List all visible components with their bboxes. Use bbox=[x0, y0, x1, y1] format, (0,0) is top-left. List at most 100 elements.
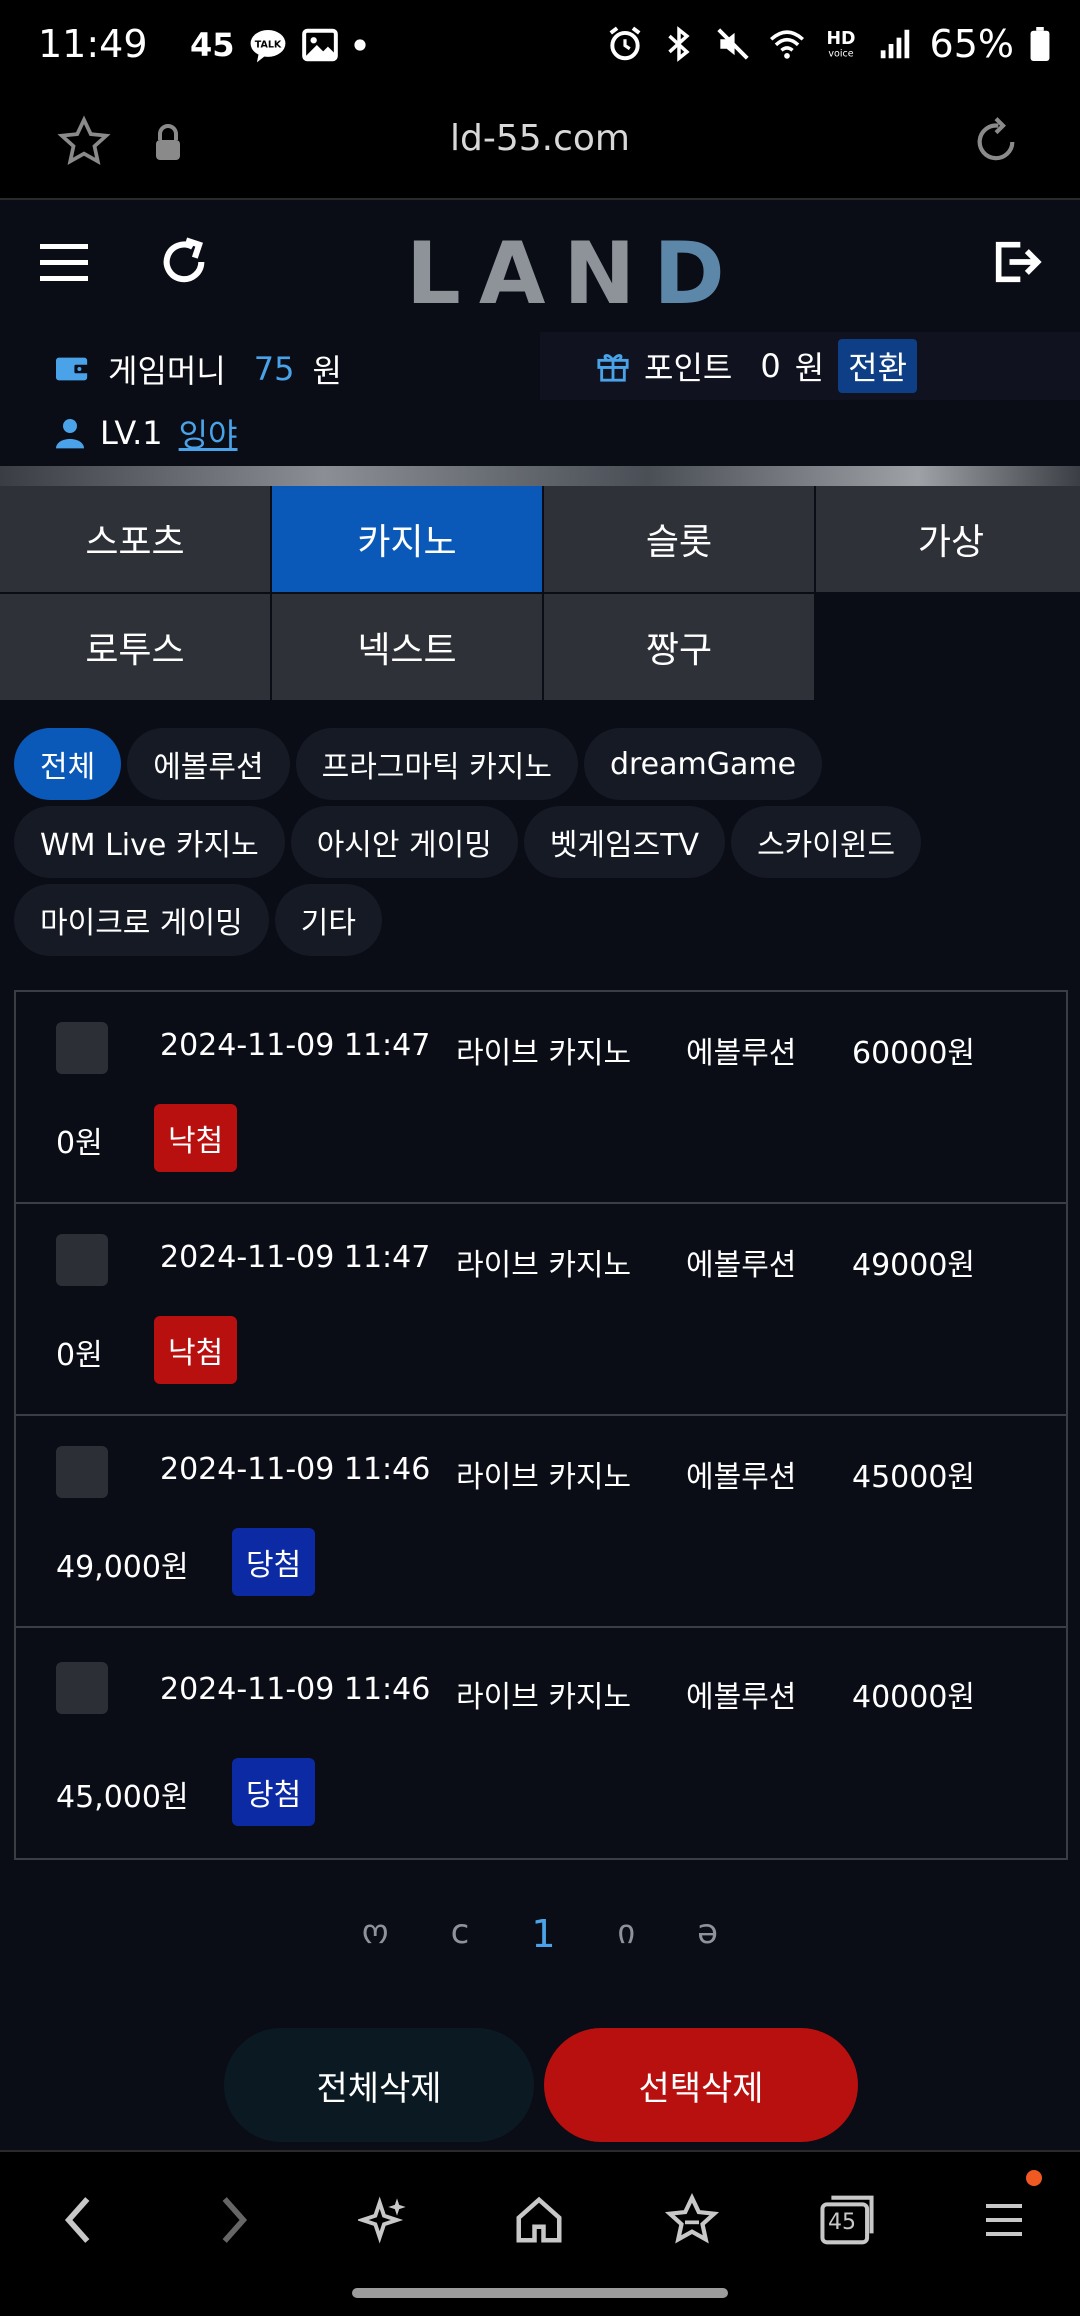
gift-icon bbox=[597, 354, 629, 382]
browser-url-bar: ld-55.com bbox=[0, 96, 1080, 200]
payout-amount: 0원 bbox=[56, 1126, 103, 1161]
user-icon bbox=[56, 419, 84, 449]
bet-date: 2024-11-09 11:47 bbox=[160, 1028, 431, 1063]
logout-icon[interactable] bbox=[990, 236, 1042, 288]
signal-icon bbox=[880, 29, 909, 59]
row-checkbox[interactable] bbox=[56, 1022, 108, 1074]
home-indicator[interactable] bbox=[352, 2288, 728, 2298]
row-checkbox[interactable] bbox=[56, 1234, 108, 1286]
result-badge: 당첨 bbox=[232, 1758, 316, 1826]
filter-betgames-tv[interactable]: 벳게임즈TV bbox=[523, 806, 726, 878]
site-logo[interactable]: LAND bbox=[406, 224, 743, 324]
points-value: 0 bbox=[760, 347, 781, 385]
site-header: LAND bbox=[0, 200, 1080, 330]
convert-button[interactable]: 전환 bbox=[838, 339, 918, 393]
home-icon[interactable] bbox=[512, 2192, 566, 2248]
page-prev-button[interactable]: c bbox=[451, 1912, 470, 1956]
game-money: 게임머니 75 원 bbox=[56, 346, 342, 392]
bet-history-row: 2024-11-09 11:47 라이브 카지노 에볼루션 60000원 0원 … bbox=[16, 992, 1066, 1204]
bet-amount: 60000원 bbox=[852, 1036, 976, 1071]
user-level: LV.1 bbox=[100, 414, 163, 452]
tab-jjanggu[interactable]: 짱구 bbox=[544, 594, 814, 700]
bet-amount: 45000원 bbox=[852, 1460, 976, 1495]
game-money-value: 75 bbox=[253, 350, 295, 388]
delete-selected-button[interactable]: 선택삭제 bbox=[544, 2028, 858, 2142]
bet-game: 라이브 카지노 bbox=[456, 1460, 632, 1495]
bet-provider: 에볼루션 bbox=[686, 1036, 797, 1071]
back-icon[interactable] bbox=[56, 2192, 100, 2248]
forward-icon[interactable] bbox=[212, 2192, 256, 2248]
page-last-button[interactable]: ə bbox=[697, 1912, 718, 1956]
filter-etc[interactable]: 기타 bbox=[274, 884, 382, 956]
ai-sparkle-icon[interactable] bbox=[358, 2192, 410, 2248]
points: 포인트 0 원 전환 bbox=[540, 332, 1080, 400]
payout-amount: 49,000원 bbox=[56, 1550, 189, 1585]
wallet-icon bbox=[56, 357, 90, 381]
tab-lotus[interactable]: 로투스 bbox=[0, 594, 270, 700]
game-money-unit: 원 bbox=[312, 352, 342, 390]
bet-date: 2024-11-09 11:46 bbox=[160, 1452, 431, 1487]
notification-dot-icon bbox=[353, 39, 366, 51]
svg-text:HD: HD bbox=[826, 29, 855, 49]
provider-filters: 전체 에볼루션 프라그마틱 카지노 dreamGame WM Live 카지노 … bbox=[14, 728, 1074, 956]
hamburger-menu-icon[interactable] bbox=[40, 240, 88, 284]
tab-casino[interactable]: 카지노 bbox=[272, 486, 542, 592]
page-next-button[interactable]: ი bbox=[618, 1912, 636, 1956]
bet-history-list: 2024-11-09 11:47 라이브 카지노 에볼루션 60000원 0원 … bbox=[14, 990, 1068, 1860]
game-money-label: 게임머니 bbox=[108, 352, 226, 390]
tab-sports[interactable]: 스포츠 bbox=[0, 486, 270, 592]
refresh-icon[interactable] bbox=[158, 236, 210, 288]
reload-icon[interactable] bbox=[968, 114, 1024, 170]
row-checkbox[interactable] bbox=[56, 1662, 108, 1714]
menu-icon[interactable] bbox=[980, 2192, 1028, 2248]
bet-game: 라이브 카지노 bbox=[456, 1680, 632, 1715]
bet-amount: 49000원 bbox=[852, 1248, 976, 1283]
bet-date: 2024-11-09 11:46 bbox=[160, 1672, 431, 1707]
filter-dreamgame[interactable]: dreamGame bbox=[583, 728, 823, 800]
filter-wm-live-casino[interactable]: WM Live 카지노 bbox=[14, 806, 285, 878]
url-text[interactable]: ld-55.com bbox=[0, 118, 1080, 159]
gallery-icon bbox=[301, 28, 338, 62]
user-level-row: LV.1 잉야 bbox=[0, 400, 1080, 466]
bet-game: 라이브 카지노 bbox=[456, 1036, 632, 1071]
tab-virtual[interactable]: 가상 bbox=[816, 486, 1080, 592]
bookmarks-icon[interactable] bbox=[664, 2192, 720, 2248]
account-info: 게임머니 75 원 포인트 0 원 전환 bbox=[0, 332, 1080, 400]
result-badge: 낙첨 bbox=[154, 1316, 238, 1384]
tab-next[interactable]: 넥스트 bbox=[272, 594, 542, 700]
delete-all-button[interactable]: 전체삭제 bbox=[224, 2028, 534, 2142]
bet-history-row: 2024-11-09 11:47 라이브 카지노 에볼루션 49000원 0원 … bbox=[16, 1204, 1066, 1416]
result-badge: 낙첨 bbox=[154, 1104, 238, 1172]
bluetooth-icon bbox=[667, 26, 690, 62]
bet-game: 라이브 카지노 bbox=[456, 1248, 632, 1283]
bet-amount: 40000원 bbox=[852, 1680, 976, 1715]
wifi-icon bbox=[769, 30, 804, 59]
alarm-icon bbox=[609, 26, 640, 61]
filter-pragmatic-casino[interactable]: 프라그마틱 카지노 bbox=[295, 728, 578, 800]
game-category-tabs: 스포츠 카지노 슬롯 가상 로투스 넥스트 짱구 bbox=[0, 486, 1080, 700]
menu-badge-dot-icon bbox=[1026, 2170, 1042, 2186]
filter-evolution[interactable]: 에볼루션 bbox=[127, 728, 290, 800]
points-label: 포인트 bbox=[644, 349, 733, 387]
points-unit: 원 bbox=[794, 349, 825, 387]
payout-amount: 0원 bbox=[56, 1338, 103, 1373]
bet-date: 2024-11-09 11:47 bbox=[160, 1240, 431, 1275]
banner-image bbox=[0, 466, 1080, 486]
tab-slot[interactable]: 슬롯 bbox=[544, 486, 814, 592]
battery-level: 65% bbox=[929, 22, 1014, 66]
tabs-button[interactable]: 45 bbox=[818, 2192, 876, 2248]
svg-text:TALK: TALK bbox=[254, 39, 281, 50]
page-first-button[interactable]: ო bbox=[362, 1912, 389, 1956]
bet-history-row: 2024-11-09 11:46 라이브 카지노 에볼루션 45000원 49,… bbox=[16, 1416, 1066, 1628]
filter-skywind[interactable]: 스카이윈드 bbox=[731, 806, 922, 878]
row-checkbox[interactable] bbox=[56, 1446, 108, 1498]
filter-all[interactable]: 전체 bbox=[14, 728, 122, 800]
page-current[interactable]: 1 bbox=[531, 1912, 555, 1956]
bet-history-row: 2024-11-09 11:46 라이브 카지노 에볼루션 40000원 45,… bbox=[16, 1628, 1066, 1858]
battery-icon bbox=[1030, 27, 1050, 61]
bet-provider: 에볼루션 bbox=[686, 1680, 797, 1715]
user-nickname[interactable]: 잉야 bbox=[179, 410, 238, 456]
filter-asian-gaming[interactable]: 아시안 게이밍 bbox=[290, 806, 518, 878]
status-time: 11:49 bbox=[38, 22, 148, 66]
filter-microgaming[interactable]: 마이크로 게이밍 bbox=[14, 884, 269, 956]
